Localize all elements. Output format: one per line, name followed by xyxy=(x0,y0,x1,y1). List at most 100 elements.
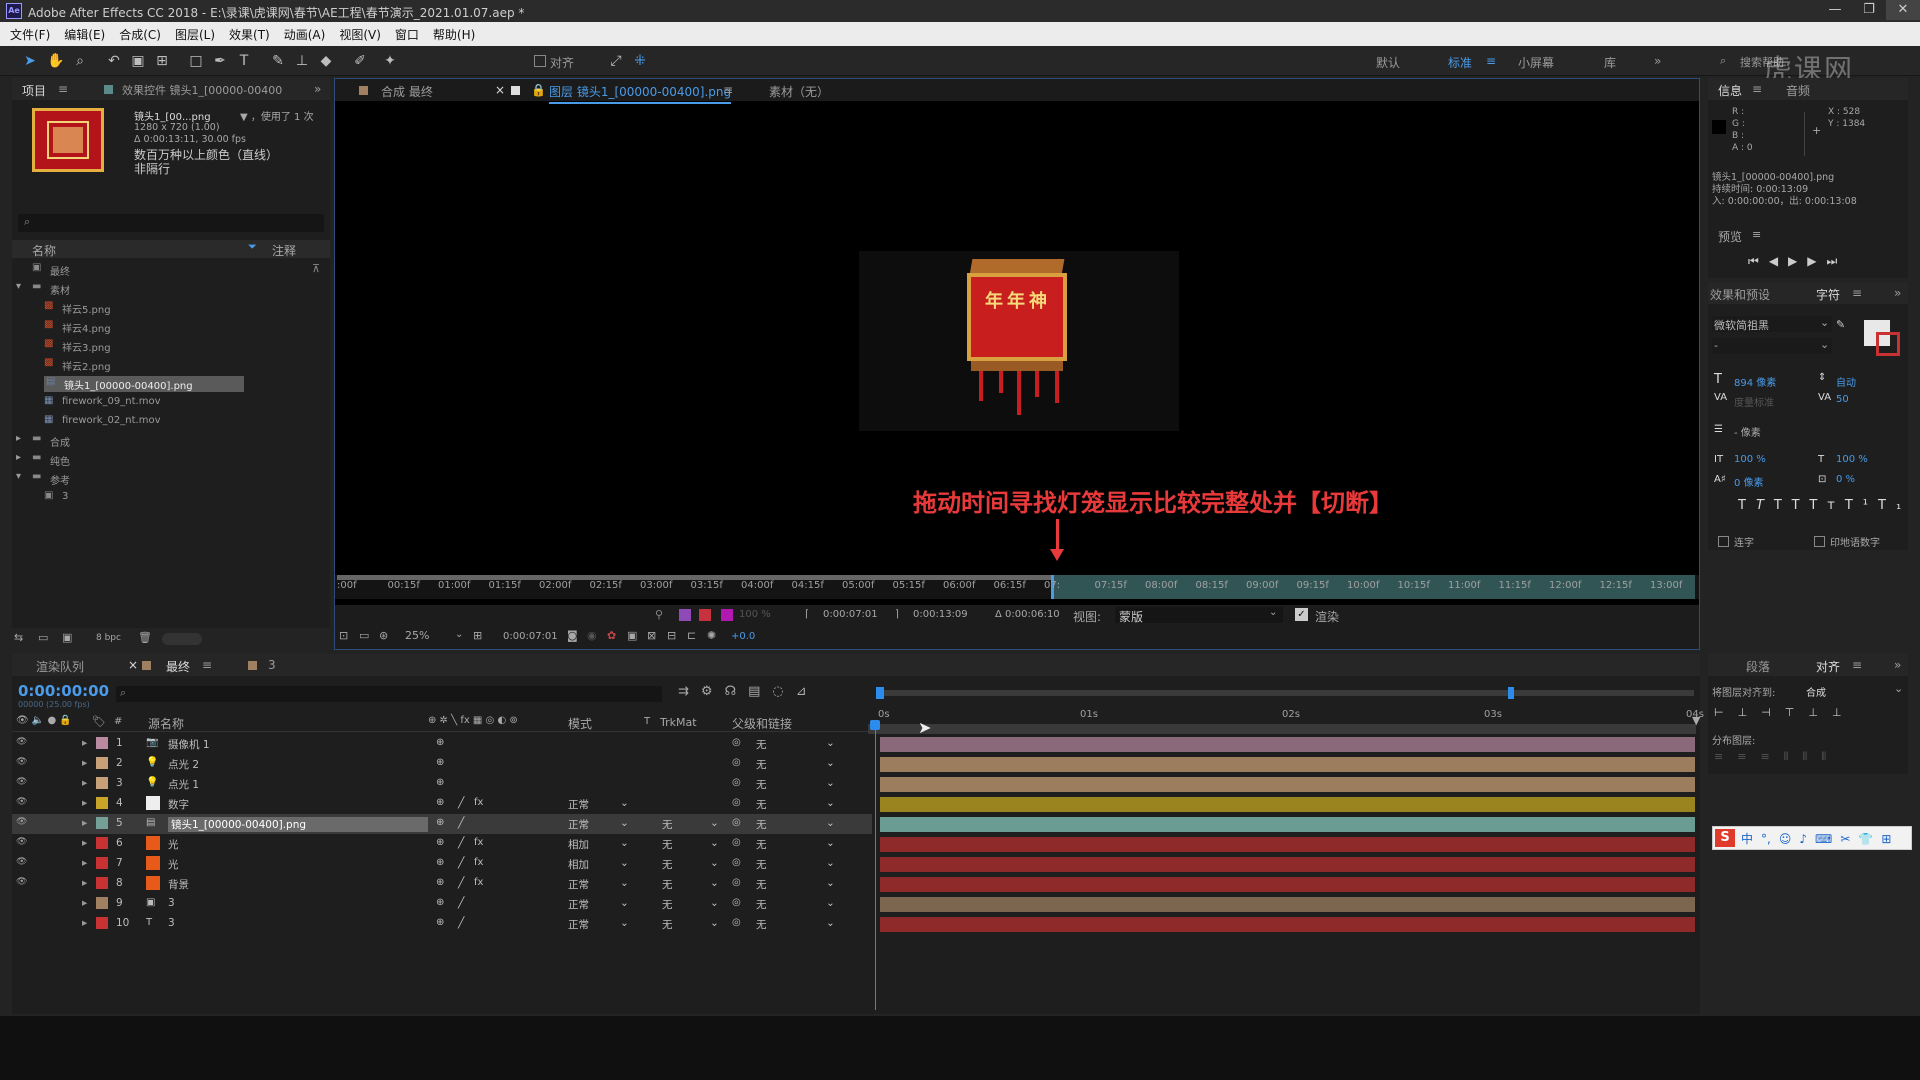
shy-icon[interactable]: ☊ xyxy=(725,684,749,699)
current-time-display[interactable]: 0:00:07:01 xyxy=(503,631,558,642)
layer-duration-bar[interactable] xyxy=(880,837,1695,852)
align-bottom-icon[interactable]: ⊥ xyxy=(1832,706,1856,719)
align-to-dropdown[interactable]: 合成 xyxy=(1806,684,1826,699)
project-item[interactable]: ▣ 3 xyxy=(32,490,342,506)
play-icon[interactable]: ▶ xyxy=(1788,254,1807,268)
tab-effects-presets[interactable]: 效果和预设 xyxy=(1710,286,1770,303)
distribute-right-icon[interactable]: ⦀ xyxy=(1821,750,1840,763)
hand-tool-icon[interactable]: ✋ xyxy=(46,51,66,71)
title-safe-icon[interactable]: ⊞ xyxy=(473,629,482,642)
timeline-search-input[interactable]: ⌕ xyxy=(116,686,662,702)
rectangle-tool-icon[interactable]: □ xyxy=(186,51,206,71)
italic-icon[interactable]: T xyxy=(1756,498,1774,513)
tab-project[interactable]: 项目 xyxy=(22,82,46,99)
disclosure-triangle-icon[interactable]: ▾ xyxy=(16,281,21,292)
project-item[interactable]: ▩ 祥云3.png xyxy=(32,338,342,354)
menu-item-6[interactable]: 视图(V) xyxy=(339,26,381,43)
distribute-left-icon[interactable]: ⦀ xyxy=(1784,750,1803,763)
workspace-standard[interactable]: 标准 xyxy=(1448,54,1472,71)
kerning-value[interactable]: 度量标准 xyxy=(1734,394,1774,409)
timeline-ruler[interactable]: 0s 01s 02s 03s 04s xyxy=(864,702,1704,722)
clone-tool-icon[interactable]: ⊥ xyxy=(292,51,312,71)
bit-depth[interactable]: 8 bpc xyxy=(96,633,121,643)
always-preview-icon[interactable]: ⊡ xyxy=(339,629,348,642)
interpret-footage-icon[interactable]: ⇆ xyxy=(14,631,23,644)
snap-icon[interactable]: ⤢ xyxy=(606,51,626,71)
zoom-tool-icon[interactable]: ⌕ xyxy=(70,51,90,71)
col-name[interactable]: 名称 xyxy=(32,242,56,259)
render-checkbox[interactable]: ✓ xyxy=(1295,608,1308,621)
pen-tool-icon[interactable]: ✒ xyxy=(210,51,230,71)
tab-paragraph[interactable]: 段落 xyxy=(1746,658,1770,675)
layer-duration-bar[interactable] xyxy=(880,877,1695,892)
tab-layer-menu-icon[interactable]: ≡ xyxy=(723,83,733,97)
project-item[interactable]: ▸ ▬ 纯色 xyxy=(16,452,342,468)
prev-frame-icon[interactable]: ◀ xyxy=(1769,254,1788,268)
zoom-dropdown[interactable]: 25% xyxy=(405,629,429,642)
col-trkmat[interactable]: TrkMat xyxy=(660,716,697,729)
minimize-icon[interactable]: — xyxy=(1818,0,1852,20)
project-item[interactable]: ▩ 祥云5.png xyxy=(32,300,342,316)
disclosure-triangle-icon[interactable]: ▸ xyxy=(16,452,21,463)
smallcaps-icon[interactable]: Tт xyxy=(1809,498,1845,513)
ime-item-icon[interactable]: ⌨ xyxy=(1815,832,1832,846)
type-tool-icon[interactable]: T xyxy=(234,51,254,71)
horizontal-scale-value[interactable]: 100 % xyxy=(1836,454,1868,465)
sort-chevron-icon[interactable]: ⏷ xyxy=(248,240,257,254)
selection-tool-icon[interactable]: ➤ xyxy=(20,51,40,71)
font-style-dropdown[interactable]: - ⌄ xyxy=(1712,338,1832,354)
out-point-bracket-icon[interactable]: ⌉ xyxy=(895,609,899,620)
reset-exposure-icon[interactable]: ✺ xyxy=(707,629,716,642)
menu-item-1[interactable]: 编辑(E) xyxy=(64,26,105,43)
layer-duration-bar[interactable] xyxy=(880,917,1695,932)
layer-duration-bar[interactable] xyxy=(880,897,1695,912)
delete-icon[interactable]: 🗑 xyxy=(138,631,152,644)
menu-item-7[interactable]: 窗口 xyxy=(395,26,419,43)
align-top-icon[interactable]: ⊤ xyxy=(1785,706,1809,719)
font-size-value[interactable]: 894 像素 xyxy=(1734,374,1776,389)
disclosure-triangle-icon[interactable]: ▾ xyxy=(16,471,21,482)
align-hcenter-icon[interactable]: ⊥ xyxy=(1738,706,1762,719)
tab-comp-final[interactable]: 合成 最终 xyxy=(381,83,433,100)
snap-grid-icon[interactable]: ⁜ xyxy=(630,51,650,71)
region-icon[interactable]: ▣ xyxy=(627,629,637,642)
col-comment[interactable]: 注释 xyxy=(272,242,296,259)
vertical-scale-value[interactable]: 100 % xyxy=(1734,454,1766,465)
workspace-small[interactable]: 小屏幕 xyxy=(1518,54,1554,71)
col-mode[interactable]: 模式 xyxy=(568,715,592,732)
transparency-grid-icon[interactable]: ⊠ xyxy=(647,629,656,642)
work-area-start[interactable] xyxy=(876,687,884,699)
work-area-bar[interactable] xyxy=(864,684,1700,702)
chevron-down-icon[interactable]: ⌄ xyxy=(1894,682,1903,695)
camera-tool-icon[interactable]: ▣ xyxy=(128,51,148,71)
layer-duration-bar[interactable] xyxy=(880,777,1695,792)
project-item[interactable]: ▤ 镜头1_[00000-00400].png xyxy=(44,376,244,392)
workspace-menu-icon[interactable]: ≡ xyxy=(1486,54,1496,68)
tab-character[interactable]: 字符 xyxy=(1816,286,1840,303)
menu-item-4[interactable]: 效果(T) xyxy=(229,26,270,43)
tab-character-menu-icon[interactable]: ≡ xyxy=(1852,286,1862,300)
project-item[interactable]: ▩ 祥云4.png xyxy=(32,319,342,335)
ime-item-icon[interactable]: °, xyxy=(1761,832,1771,846)
project-item[interactable]: ▸ ▬ 合成 xyxy=(16,433,342,449)
project-item[interactable]: ▾ ▬ 参考 xyxy=(16,471,342,487)
mask-icon[interactable]: ⊛ xyxy=(379,629,388,642)
layout-icon[interactable]: ⊏ xyxy=(687,629,696,642)
monitor-icon[interactable]: ▭ xyxy=(359,629,369,642)
layer-time-ruler[interactable]: :00f 00:15f 01:00f 01:15f 02:00f 02:15f 03:00f… xyxy=(335,575,1699,599)
tab-final[interactable]: 最终 xyxy=(166,658,190,675)
tab-align-menu-icon[interactable]: ≡ xyxy=(1852,658,1862,672)
project-item[interactable]: ▾ ▬ 素材 xyxy=(16,281,342,297)
more-workspaces-icon[interactable]: » xyxy=(1654,54,1661,68)
tab-align[interactable]: 对齐 xyxy=(1816,658,1840,675)
tab-audio[interactable]: 音频 xyxy=(1786,82,1810,99)
layer-duration-bar[interactable] xyxy=(880,857,1695,872)
ime-item-icon[interactable]: ♪ xyxy=(1799,832,1807,846)
camera-view-icon[interactable]: ⊟ xyxy=(667,629,676,642)
rotate-tool-icon[interactable]: ↶ xyxy=(104,51,124,71)
frame-blend-icon[interactable]: ▤ xyxy=(748,684,772,699)
eraser-tool-icon[interactable]: ◆ xyxy=(316,51,336,71)
channel-icon[interactable]: ✿ xyxy=(607,629,616,642)
allcaps-icon[interactable]: TT xyxy=(1774,498,1809,513)
comp-button-icon[interactable]: ▼ xyxy=(1692,714,1700,727)
